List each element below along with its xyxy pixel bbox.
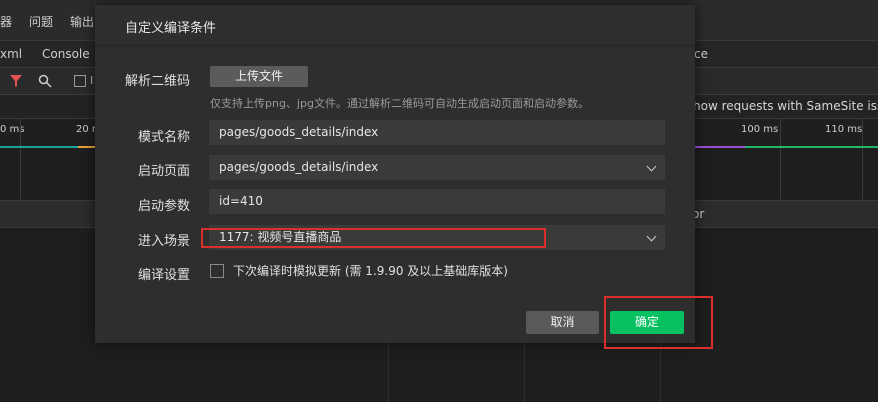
tab-performance[interactable]: ce: [694, 47, 708, 61]
ruler-tick-label: 100 ms: [741, 124, 779, 135]
timeline-lane: [0, 146, 78, 148]
ruler-tick: [862, 119, 863, 199]
filter-checkbox[interactable]: [74, 75, 86, 87]
custom-compile-dialog: 自定义编译条件 解析二维码 上传文件 仅支持上传png、jpg文件。通过解析二维…: [95, 5, 695, 343]
filter-icon[interactable]: [10, 75, 22, 87]
ruler-tick-label: 110 ms: [825, 124, 863, 135]
simulate-update-label[interactable]: 下次编译时模拟更新 (需 1.9.90 及以上基础库版本): [233, 262, 508, 279]
search-icon[interactable]: [38, 74, 52, 88]
scene-label: 进入场景: [138, 234, 191, 249]
upload-hint: 仅支持上传png、jpg文件。通过解析二维码可自动生成启动页面和启动参数。: [210, 97, 589, 110]
tab-debugger[interactable]: 器: [0, 13, 12, 30]
start-page-value: pages/goods_details/index: [219, 160, 379, 174]
dialog-header: 自定义编译条件: [95, 5, 695, 46]
filter-checkbox-label: I: [90, 74, 94, 87]
chevron-down-icon: [646, 231, 657, 242]
simulate-update-checkbox[interactable]: [210, 264, 224, 278]
mode-name-input[interactable]: pages/goods_details/index: [209, 120, 665, 145]
tab-problems[interactable]: 问题: [29, 13, 53, 30]
timeline-lane: [78, 146, 96, 148]
confirm-highlight-box: [604, 296, 713, 349]
ruler-tick: [20, 119, 21, 199]
start-page-label: 启动页面: [138, 164, 191, 179]
scene-highlight-box: [201, 228, 546, 248]
cancel-button[interactable]: 取消: [526, 311, 599, 334]
upload-file-button[interactable]: 上传文件: [210, 66, 308, 87]
timeline-lane: [695, 146, 745, 148]
mode-name-value: pages/goods_details/index: [219, 125, 379, 139]
samesite-hint[interactable]: how requests with SameSite issues: [693, 99, 878, 113]
mode-name-label: 模式名称: [138, 130, 191, 145]
compile-settings-label: 编译设置: [138, 268, 191, 283]
timeline-lane: [745, 146, 878, 148]
chevron-down-icon: [646, 161, 657, 172]
start-params-input[interactable]: id=410: [209, 189, 665, 214]
start-params-value: id=410: [219, 194, 263, 208]
qr-label: 解析二维码: [125, 74, 191, 89]
start-page-select[interactable]: pages/goods_details/index: [209, 155, 665, 180]
ruler-tick: [780, 119, 781, 199]
tab-output[interactable]: 输出: [70, 13, 94, 30]
tab-wxml[interactable]: xml: [0, 47, 22, 61]
dialog-title: 自定义编译条件: [125, 21, 217, 36]
start-params-label: 启动参数: [138, 199, 191, 214]
tab-console[interactable]: Console: [42, 47, 90, 61]
